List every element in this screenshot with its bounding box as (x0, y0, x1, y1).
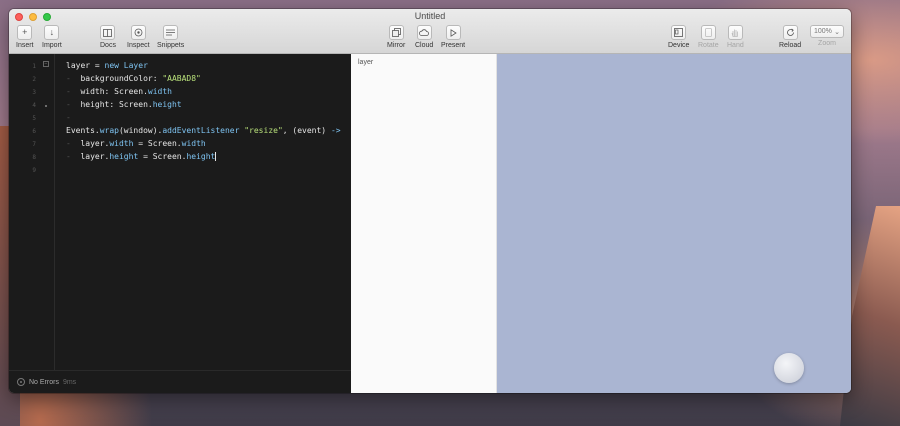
line-number: 6 (32, 128, 36, 135)
code-line: - backgroundColor: "AABAD8" (66, 74, 201, 83)
line-number: 7 (32, 141, 36, 148)
zoom-select[interactable]: 100% ⌄ (810, 25, 844, 38)
cloud-button[interactable]: Cloud (415, 25, 433, 49)
hand-icon (727, 25, 743, 40)
code-line: layer = new Layer (66, 61, 148, 70)
target-icon (130, 25, 146, 40)
line-gutter: 1 2 3 4 5 6 7 8 9 − (9, 54, 55, 370)
inspect-button[interactable]: Inspect (127, 25, 150, 49)
rotate-button[interactable]: Rotate (698, 25, 719, 49)
list-icon (163, 25, 179, 40)
snippets-button[interactable]: Snippets (157, 25, 184, 49)
window-title: Untitled (414, 11, 446, 21)
title-bar: Untitled + Insert ↓ Import Docs Inspect … (9, 9, 851, 54)
device-button[interactable]: Device (668, 25, 689, 49)
reload-button[interactable]: Reload (779, 25, 801, 49)
line-number: 8 (32, 154, 36, 161)
code-line: - height: Screen.height (66, 100, 182, 109)
present-button[interactable]: Present (441, 25, 465, 49)
play-icon (445, 25, 461, 40)
device-home-button[interactable] (774, 353, 804, 383)
editor-status-bar: No Errors 9ms (9, 370, 351, 393)
app-window: Untitled + Insert ↓ Import Docs Inspect … (9, 9, 851, 393)
fold-toggle-icon[interactable]: − (43, 61, 49, 67)
line-number: 5 (32, 115, 36, 122)
layer-panel: layer (351, 54, 497, 393)
text-cursor (215, 152, 217, 161)
line-number: 3 (32, 89, 36, 96)
status-target-icon (17, 378, 25, 386)
status-time: 9ms (62, 378, 77, 386)
code-editor[interactable]: 1 2 3 4 5 6 7 8 9 − layer = new Layer - … (9, 54, 351, 393)
reload-icon (782, 25, 798, 40)
code-line: Events.wrap(window).addEventListener "re… (66, 126, 341, 135)
download-arrow-icon: ↓ (44, 25, 60, 40)
mirror-button[interactable]: Mirror (387, 25, 405, 49)
insert-button[interactable]: + Insert (16, 25, 34, 49)
zoom-control[interactable]: 100% ⌄ Zoom (810, 25, 844, 47)
line-number: 2 (32, 76, 36, 83)
status-text: No Errors (29, 378, 59, 386)
line-marker-dot (45, 105, 47, 107)
layer-list-item[interactable]: layer (358, 59, 373, 66)
import-button[interactable]: ↓ Import (42, 25, 62, 49)
code-line: - width: Screen.width (66, 87, 172, 96)
book-icon (100, 25, 116, 40)
line-number: 1 (32, 63, 36, 70)
line-number: 9 (32, 167, 36, 174)
cloud-icon (416, 25, 432, 40)
preview-canvas[interactable]: layer (351, 54, 851, 393)
rotate-phone-icon (700, 25, 716, 40)
line-number: 4 (32, 102, 36, 109)
code-line: - layer.width = Screen.width (66, 139, 206, 148)
hand-button[interactable]: Hand (727, 25, 744, 49)
chevron-down-icon: ⌄ (834, 28, 840, 36)
code-line: - (66, 113, 71, 122)
code-line: - layer.height = Screen.height (66, 152, 217, 161)
docs-button[interactable]: Docs (100, 25, 116, 49)
devices-icon (388, 25, 404, 40)
plus-icon: + (17, 25, 33, 40)
device-icon (671, 25, 687, 40)
